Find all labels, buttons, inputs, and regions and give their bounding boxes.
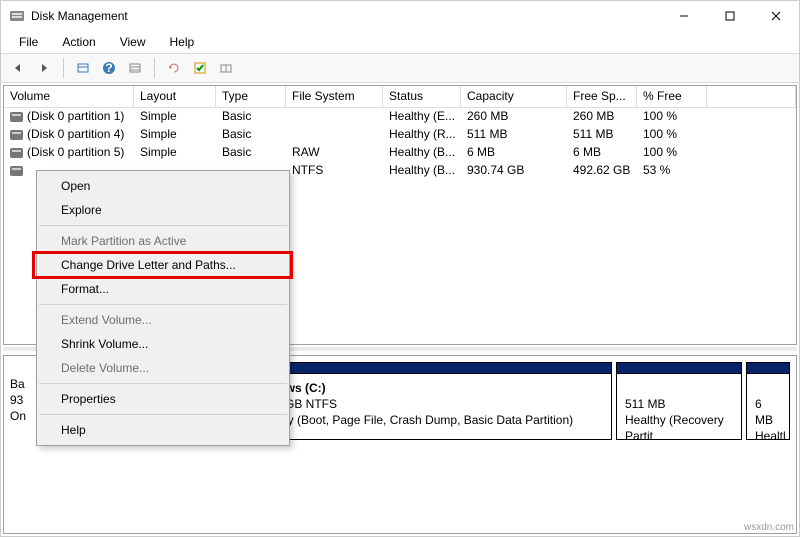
col-status[interactable]: Status (383, 86, 461, 107)
menu-help[interactable]: Help (160, 33, 205, 51)
back-button[interactable] (7, 57, 29, 79)
refresh-icon[interactable] (163, 57, 185, 79)
col-free[interactable]: Free Sp... (567, 86, 637, 107)
cm-open[interactable]: Open (37, 174, 289, 198)
col-volume[interactable]: Volume (4, 86, 134, 107)
context-menu: Open Explore Mark Partition as Active Ch… (36, 170, 290, 446)
app-icon (9, 8, 25, 24)
partition-box[interactable]: lows (C:) 4 GB NTFS lthy (Boot, Page Fil… (266, 374, 612, 440)
cm-help[interactable]: Help (37, 418, 289, 442)
toolbar-grid-icon[interactable] (215, 57, 237, 79)
watermark: wsxdn.com (744, 522, 794, 533)
col-type[interactable]: Type (216, 86, 286, 107)
cm-delete-volume: Delete Volume... (37, 356, 289, 380)
cm-format[interactable]: Format... (37, 277, 289, 301)
help-icon[interactable]: ? (98, 57, 120, 79)
forward-button[interactable] (33, 57, 55, 79)
volume-icon (10, 112, 23, 122)
maximize-button[interactable] (707, 1, 753, 31)
table-row[interactable]: (Disk 0 partition 4)SimpleBasicHealthy (… (4, 126, 796, 144)
cm-extend-volume: Extend Volume... (37, 308, 289, 332)
menu-file[interactable]: File (9, 33, 48, 51)
partition-box[interactable]: 511 MB Healthy (Recovery Partit (616, 374, 742, 440)
volume-icon (10, 166, 23, 176)
volume-icon (10, 130, 23, 140)
menu-action[interactable]: Action (52, 33, 105, 51)
window-title: Disk Management (31, 9, 128, 23)
close-button[interactable] (753, 1, 799, 31)
menu-view[interactable]: View (110, 33, 156, 51)
toolbar-check-icon[interactable] (189, 57, 211, 79)
col-capacity[interactable]: Capacity (461, 86, 567, 107)
table-row[interactable]: (Disk 0 partition 1)SimpleBasicHealthy (… (4, 108, 796, 126)
cm-explore[interactable]: Explore (37, 198, 289, 222)
partition-box[interactable]: 6 MB Healtl (746, 374, 790, 440)
col-layout[interactable]: Layout (134, 86, 216, 107)
toolbar-list-icon[interactable] (124, 57, 146, 79)
cm-shrink-volume[interactable]: Shrink Volume... (37, 332, 289, 356)
cm-properties[interactable]: Properties (37, 387, 289, 411)
toolbar-view-icon[interactable] (72, 57, 94, 79)
col-fs[interactable]: File System (286, 86, 383, 107)
minimize-button[interactable] (661, 1, 707, 31)
cm-mark-active: Mark Partition as Active (37, 229, 289, 253)
volume-icon (10, 148, 23, 158)
table-row[interactable]: (Disk 0 partition 5)SimpleBasicRAWHealth… (4, 144, 796, 162)
cm-change-drive-letter[interactable]: Change Drive Letter and Paths... (37, 253, 289, 277)
col-pct[interactable]: % Free (637, 86, 707, 107)
svg-text:?: ? (105, 61, 112, 75)
